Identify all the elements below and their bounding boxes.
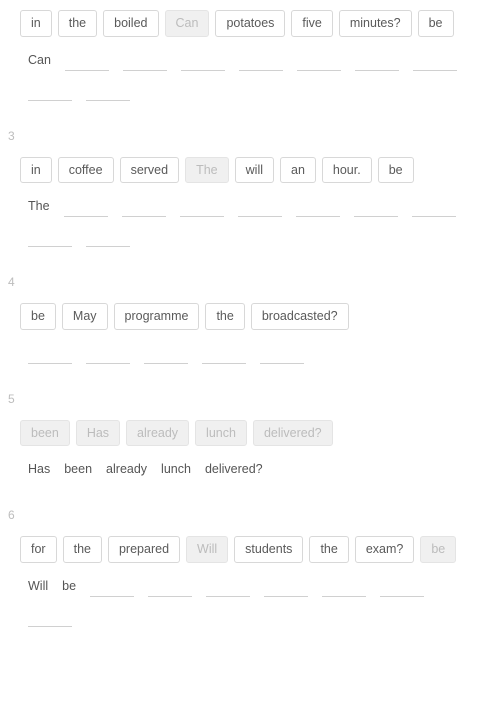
answer-slot[interactable] bbox=[296, 199, 340, 217]
word-tile[interactable]: in bbox=[20, 10, 52, 37]
word-tile[interactable]: served bbox=[120, 157, 180, 184]
word-tile: been bbox=[20, 420, 70, 447]
question-block: 6forthepreparedWillstudentstheexam?beWil… bbox=[20, 508, 480, 627]
word-tile: The bbox=[185, 157, 229, 184]
answer-slot[interactable] bbox=[238, 199, 282, 217]
answer-slot[interactable] bbox=[28, 609, 72, 627]
word-tile: already bbox=[126, 420, 189, 447]
word-tile[interactable]: five bbox=[291, 10, 332, 37]
word-tile[interactable]: boiled bbox=[103, 10, 158, 37]
answer-slot[interactable] bbox=[122, 199, 166, 217]
word-tile: delivered? bbox=[253, 420, 333, 447]
word-tile[interactable]: be bbox=[378, 157, 414, 184]
answer-slot[interactable] bbox=[28, 83, 72, 101]
word-tile[interactable]: coffee bbox=[58, 157, 114, 184]
question-number: 6 bbox=[8, 508, 480, 522]
placed-word[interactable]: delivered? bbox=[205, 462, 263, 480]
word-tile[interactable]: May bbox=[62, 303, 108, 330]
word-tile[interactable]: be bbox=[418, 10, 454, 37]
answer-slot[interactable] bbox=[413, 53, 457, 71]
word-tile[interactable]: an bbox=[280, 157, 316, 184]
answer-slot[interactable] bbox=[354, 199, 398, 217]
placed-word[interactable]: lunch bbox=[161, 462, 191, 480]
word-bank: forthepreparedWillstudentstheexam?be bbox=[20, 536, 480, 563]
answer-slot[interactable] bbox=[86, 346, 130, 364]
answer-slot[interactable] bbox=[86, 229, 130, 247]
answer-slot[interactable] bbox=[144, 346, 188, 364]
word-bank: intheboiled Canpotatoesfive minutes?be bbox=[20, 10, 480, 37]
answer-area[interactable]: Willbe bbox=[20, 579, 480, 627]
question-number: 5 bbox=[8, 392, 480, 406]
word-tile: Has bbox=[76, 420, 120, 447]
word-tile: be bbox=[420, 536, 456, 563]
question-block: 4beMayprogrammethebroadcasted? bbox=[20, 275, 480, 364]
question-number: 3 bbox=[8, 129, 480, 143]
answer-slot[interactable] bbox=[380, 579, 424, 597]
placed-word[interactable]: already bbox=[106, 462, 147, 480]
exercise-container: intheboiledCanpotatoesfiveminutes?beCan3… bbox=[20, 10, 480, 627]
answer-slot[interactable] bbox=[64, 199, 108, 217]
word-tile[interactable]: for bbox=[20, 536, 57, 563]
word-tile: Can bbox=[165, 10, 210, 37]
word-tile[interactable]: in bbox=[20, 157, 52, 184]
question-block: 3incoffeeservedThewillanhour.beThe bbox=[20, 129, 480, 248]
word-tile: Will bbox=[186, 536, 228, 563]
placed-word[interactable]: Has bbox=[28, 462, 50, 480]
word-tile[interactable]: be bbox=[20, 303, 56, 330]
answer-slot[interactable] bbox=[264, 579, 308, 597]
answer-slot[interactable] bbox=[260, 346, 304, 364]
answer-slot[interactable] bbox=[90, 579, 134, 597]
answer-area[interactable]: Can bbox=[20, 53, 480, 101]
answer-slot[interactable] bbox=[181, 53, 225, 71]
answer-slot[interactable] bbox=[202, 346, 246, 364]
question-number: 4 bbox=[8, 275, 480, 289]
answer-area[interactable] bbox=[20, 346, 480, 364]
placed-word[interactable]: Can bbox=[28, 53, 51, 71]
answer-slot[interactable] bbox=[206, 579, 250, 597]
word-tile[interactable]: the bbox=[205, 303, 244, 330]
word-tile[interactable]: potatoes bbox=[215, 10, 285, 37]
word-bank: incoffeeservedThewillanhour.be bbox=[20, 157, 480, 184]
word-tile[interactable]: the bbox=[309, 536, 348, 563]
word-tile[interactable]: broadcasted? bbox=[251, 303, 349, 330]
answer-area[interactable]: The bbox=[20, 199, 480, 247]
question-block: 5beenHasalreadylunchdelivered?Hasbeenalr… bbox=[20, 392, 480, 481]
answer-slot[interactable] bbox=[180, 199, 224, 217]
placed-word[interactable]: been bbox=[64, 462, 92, 480]
word-tile[interactable]: the bbox=[58, 10, 97, 37]
word-tile[interactable]: minutes? bbox=[339, 10, 412, 37]
answer-area[interactable]: Hasbeen already lunch delivered? bbox=[20, 462, 480, 480]
answer-slot[interactable] bbox=[239, 53, 283, 71]
word-bank: beMayprogrammethe broadcasted? bbox=[20, 303, 480, 330]
word-tile[interactable]: will bbox=[235, 157, 274, 184]
word-bank: beenHasalreadylunchdelivered? bbox=[20, 420, 480, 447]
answer-slot[interactable] bbox=[28, 229, 72, 247]
question-block: intheboiledCanpotatoesfiveminutes?beCan bbox=[20, 10, 480, 101]
answer-slot[interactable] bbox=[355, 53, 399, 71]
answer-slot[interactable] bbox=[86, 83, 130, 101]
word-tile[interactable]: exam? bbox=[355, 536, 415, 563]
answer-slot[interactable] bbox=[148, 579, 192, 597]
answer-slot[interactable] bbox=[28, 346, 72, 364]
placed-word[interactable]: be bbox=[62, 579, 76, 597]
placed-word[interactable]: Will bbox=[28, 579, 48, 597]
answer-slot[interactable] bbox=[322, 579, 366, 597]
placed-word[interactable]: The bbox=[28, 199, 50, 217]
word-tile: lunch bbox=[195, 420, 247, 447]
answer-slot[interactable] bbox=[412, 199, 456, 217]
word-tile[interactable]: hour. bbox=[322, 157, 372, 184]
answer-slot[interactable] bbox=[297, 53, 341, 71]
answer-slot[interactable] bbox=[123, 53, 167, 71]
word-tile[interactable]: the bbox=[63, 536, 102, 563]
answer-slot[interactable] bbox=[65, 53, 109, 71]
word-tile[interactable]: prepared bbox=[108, 536, 180, 563]
word-tile[interactable]: students bbox=[234, 536, 303, 563]
word-tile[interactable]: programme bbox=[114, 303, 200, 330]
